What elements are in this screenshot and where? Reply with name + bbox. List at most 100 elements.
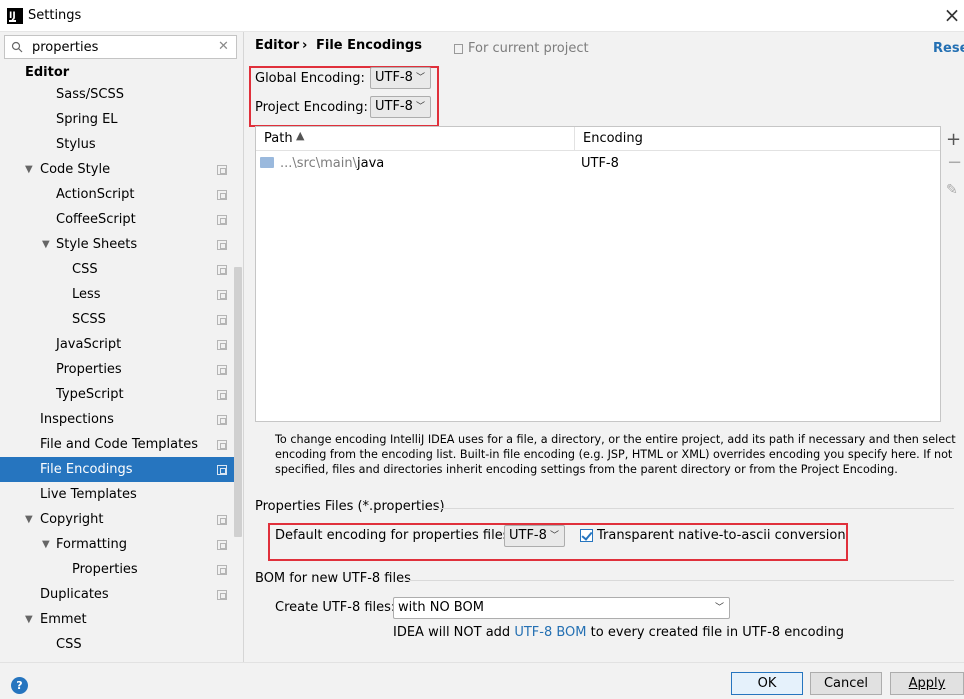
sidebar-item[interactable]: ActionScript xyxy=(0,182,234,207)
sidebar-item[interactable]: Less xyxy=(0,282,234,307)
sidebar-item-label: Duplicates xyxy=(40,587,109,602)
project-scope-icon xyxy=(454,44,463,54)
breadcrumb-current: File Encodings xyxy=(316,38,422,53)
project-settings-icon xyxy=(217,465,227,475)
search-input[interactable]: properties ✕ xyxy=(4,35,237,59)
project-encoding-value: UTF-8 xyxy=(375,99,413,114)
sidebar-item[interactable]: ▼ Formatting xyxy=(0,532,234,557)
project-settings-icon xyxy=(217,315,227,325)
bom-select[interactable]: with NO BOM ﹀ xyxy=(393,597,730,619)
table-header: Path ▲ Encoding xyxy=(256,127,940,151)
column-divider[interactable] xyxy=(574,127,575,151)
default-encoding-label: Default encoding for properties files: xyxy=(275,528,514,543)
bom-note-suffix: to every created file in UTF-8 encoding xyxy=(586,625,844,640)
expand-arrow-icon[interactable]: ▼ xyxy=(42,532,52,557)
sidebar-item-label: Sass/SCSS xyxy=(56,87,124,102)
project-settings-icon xyxy=(217,265,227,275)
settings-window: IJ Settings × properties ✕ Editor Sass/S… xyxy=(0,0,964,699)
reset-link[interactable]: Reset xyxy=(933,41,964,56)
chevron-down-icon: ﹀ xyxy=(714,603,724,613)
create-files-label: Create UTF-8 files: xyxy=(275,600,396,615)
transparent-conversion-label[interactable]: Transparent native-to-ascii conversion xyxy=(597,528,846,543)
apply-label: Apply xyxy=(908,676,946,691)
sidebar-item-label: Code Style xyxy=(40,162,111,177)
search-icon xyxy=(11,41,23,53)
sidebar-item[interactable]: Spring EL xyxy=(0,107,234,132)
sidebar-item-label: Stylus xyxy=(56,137,96,152)
expand-arrow-icon[interactable]: ▼ xyxy=(25,157,35,182)
properties-files-title: Properties Files (*.properties) xyxy=(255,499,445,514)
sidebar-item-label: Style Sheets xyxy=(56,237,138,252)
apply-button[interactable]: Apply xyxy=(890,672,964,695)
sidebar-item[interactable]: CoffeeScript xyxy=(0,207,234,232)
project-settings-icon xyxy=(217,415,227,425)
sidebar-item-label: Properties xyxy=(56,362,122,377)
sidebar-item[interactable]: Duplicates xyxy=(0,582,234,607)
section-divider xyxy=(404,580,954,581)
table-row-encoding[interactable]: UTF-8 xyxy=(581,156,619,171)
column-header-path[interactable]: Path xyxy=(264,131,293,146)
global-encoding-select[interactable]: UTF-8 ﹀ xyxy=(370,67,431,89)
sidebar-item-label: Properties xyxy=(72,562,138,577)
bom-title: BOM for new UTF-8 files xyxy=(255,571,411,586)
edit-icon[interactable]: ✎ xyxy=(946,182,958,198)
sidebar-item-label: Spring EL xyxy=(56,112,118,127)
column-header-encoding[interactable]: Encoding xyxy=(583,131,643,146)
bom-note-prefix: IDEA will NOT add xyxy=(393,625,515,640)
properties-encoding-select[interactable]: UTF-8 ﹀ xyxy=(504,525,565,547)
global-encoding-label: Global Encoding: xyxy=(255,71,365,86)
project-encoding-select[interactable]: UTF-8 ﹀ xyxy=(370,96,431,118)
breadcrumb-separator: › xyxy=(302,38,308,53)
intellij-logo-icon: IJ xyxy=(7,8,23,24)
sidebar-item[interactable]: TypeScript xyxy=(0,382,234,407)
cancel-button[interactable]: Cancel xyxy=(810,672,882,695)
project-settings-icon xyxy=(217,515,227,525)
clear-search-icon[interactable]: ✕ xyxy=(218,39,229,54)
expand-arrow-icon[interactable]: ▼ xyxy=(42,232,52,257)
sidebar-item-label: CoffeeScript xyxy=(56,212,136,227)
breadcrumb-editor[interactable]: Editor xyxy=(255,38,299,53)
sidebar-item-label: JavaScript xyxy=(56,337,122,352)
sidebar-scrollbar[interactable] xyxy=(234,267,242,537)
sidebar-item[interactable]: ▼ Style Sheets xyxy=(0,232,234,257)
close-icon[interactable]: × xyxy=(940,4,964,28)
sidebar-item[interactable]: Sass/SCSS xyxy=(0,82,234,107)
sidebar-item-label: CSS xyxy=(72,262,98,277)
bom-value: with NO BOM xyxy=(398,600,484,615)
transparent-conversion-checkbox[interactable] xyxy=(580,529,593,542)
bom-note: IDEA will NOT add UTF-8 BOM to every cre… xyxy=(393,625,844,640)
project-encoding-label: Project Encoding: xyxy=(255,100,368,115)
project-settings-icon xyxy=(217,240,227,250)
expand-arrow-icon[interactable]: ▼ xyxy=(25,507,35,532)
project-settings-icon xyxy=(217,215,227,225)
utf8-bom-link[interactable]: UTF-8 BOM xyxy=(514,625,586,640)
sort-ascending-icon: ▲ xyxy=(296,129,305,142)
sidebar-item[interactable]: SCSS xyxy=(0,307,234,332)
search-value: properties xyxy=(32,40,99,55)
sidebar-item[interactable]: Properties xyxy=(0,357,234,382)
sidebar-item[interactable]: File Encodings xyxy=(0,457,234,482)
table-row-path[interactable]: ...\src\main\java xyxy=(280,156,384,171)
sidebar-item[interactable]: ▼ Code Style xyxy=(0,157,234,182)
help-icon[interactable]: ? xyxy=(11,677,28,694)
path-tail: java xyxy=(357,156,385,171)
remove-icon[interactable]: − xyxy=(947,152,962,173)
sidebar-item[interactable]: CSS xyxy=(0,632,234,657)
add-icon[interactable]: + xyxy=(946,129,961,150)
sidebar-item[interactable]: File and Code Templates xyxy=(0,432,234,457)
dialog-footer: ? OK Cancel Apply xyxy=(0,662,964,699)
sidebar-item[interactable]: ▼ Emmet xyxy=(0,607,234,632)
expand-arrow-icon[interactable]: ▼ xyxy=(25,607,35,632)
sidebar-item[interactable]: JavaScript xyxy=(0,332,234,357)
sidebar-item[interactable]: Stylus xyxy=(0,132,234,157)
project-settings-icon xyxy=(217,440,227,450)
sidebar-item[interactable]: Inspections xyxy=(0,407,234,432)
sidebar-item[interactable]: Properties xyxy=(0,557,234,582)
sidebar-item[interactable]: CSS xyxy=(0,257,234,282)
folder-icon xyxy=(260,157,274,168)
ok-button[interactable]: OK xyxy=(731,672,803,695)
sidebar-item[interactable]: ▼ Copyright xyxy=(0,507,234,532)
sidebar-item[interactable]: Live Templates xyxy=(0,482,234,507)
tree-section-editor[interactable]: Editor xyxy=(25,65,69,80)
project-settings-icon xyxy=(217,340,227,350)
